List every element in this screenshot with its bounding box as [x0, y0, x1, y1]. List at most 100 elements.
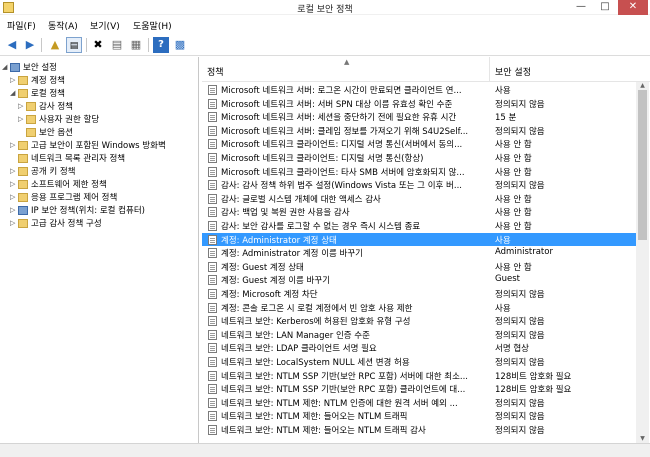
table-row[interactable]: 계정: Guest 계정 상태 사용 안 함	[202, 260, 636, 274]
forward-arrow-icon[interactable]: ▶	[22, 37, 38, 53]
policy-name: 감사: 글로벌 시스템 개체에 대한 액세스 감사	[221, 194, 381, 205]
policy-name: 계정: Guest 계정 이름 바꾸기	[221, 276, 331, 287]
tree-item-software-restriction[interactable]: ▷ 소프트웨어 제한 정책	[10, 178, 107, 191]
delete-icon[interactable]: ✖	[90, 37, 106, 53]
expand-icon[interactable]: ▷	[10, 206, 18, 214]
policy-setting: 128비트 암호화 필요	[495, 371, 572, 382]
table-row[interactable]: Microsoft 네트워크 서버: 로그온 시간이 만료되면 클라이언트 연.…	[202, 83, 636, 97]
tree-item-network-list-manager[interactable]: 네트워크 목록 관리자 정책	[10, 152, 125, 165]
table-row[interactable]: 네트워크 보안: NTLM 제한: 들어오는 NTLM 트래픽 정의되지 않음	[202, 409, 636, 423]
policy-icon	[208, 139, 217, 150]
table-row[interactable]: Microsoft 네트워크 서버: 서버 SPN 대상 이름 유효성 확인 수…	[202, 97, 636, 111]
maximize-button[interactable]: □	[594, 0, 616, 15]
policy-icon	[208, 207, 217, 218]
policy-setting: 정의되지 않음	[495, 330, 545, 341]
tree-item-advanced-audit[interactable]: ▷ 고급 감사 정책 구성	[10, 217, 102, 230]
policy-setting: 사용	[495, 235, 511, 246]
table-row[interactable]: 네트워크 보안: NTLM 제한: NTLM 인증에 대한 원격 서버 예외 .…	[202, 396, 636, 410]
tree-item-audit-policy[interactable]: ▷ 감사 정책	[18, 100, 73, 113]
table-row[interactable]: 계정: Administrator 계정 이름 바꾸기 Administrator	[202, 246, 636, 260]
folder-open-icon	[18, 88, 28, 98]
policy-setting: 정의되지 않음	[495, 358, 545, 368]
up-folder-icon[interactable]: ▲	[47, 37, 63, 53]
table-row[interactable]: 네트워크 보안: Kerberos에 허용된 암호화 유형 구성 정의되지 않음	[202, 314, 636, 328]
policy-icon	[208, 425, 217, 435]
policy-setting: 정의되지 않음	[495, 398, 545, 409]
table-row[interactable]: Microsoft 네트워크 클라이언트: 타사 SMB 서버에 암호화되지 않…	[202, 165, 636, 179]
policy-name: 네트워크 보안: NTLM 제한: 들어오는 NTLM 트래픽	[221, 412, 408, 423]
expand-icon[interactable]: ▷	[10, 76, 18, 84]
table-row[interactable]: 계정: Guest 계정 이름 바꾸기 Guest	[202, 273, 636, 287]
policy-setting: 사용	[495, 303, 511, 314]
expand-icon[interactable]: ▷	[18, 115, 26, 123]
tree-item-local-policy[interactable]: ◢ 로컬 정책	[10, 87, 65, 100]
table-row[interactable]: 네트워크 보안: LocalSystem NULL 세션 변경 허용 정의되지 않…	[202, 355, 636, 369]
collapse-icon[interactable]: ◢	[10, 89, 18, 97]
expand-icon[interactable]: ▷	[10, 193, 18, 201]
policy-setting: 정의되지 않음	[495, 181, 545, 192]
table-row[interactable]: 감사: 감사 정책 하위 범주 설정(Windows Vista 또는 그 이후…	[202, 178, 636, 192]
folder-icon	[18, 218, 28, 228]
export-list-icon[interactable]: ▦	[128, 37, 144, 53]
security-settings-icon	[10, 62, 20, 72]
folder-icon	[18, 75, 28, 85]
tree-item-user-rights[interactable]: ▷ 사용자 권한 할당	[18, 113, 99, 126]
show-tree-icon[interactable]: ▤	[66, 37, 82, 53]
expand-icon[interactable]: ▷	[10, 141, 18, 149]
expand-icon[interactable]: ▷	[10, 180, 18, 188]
scroll-up-icon[interactable]: ▲	[636, 82, 649, 90]
tree-item-ip-security[interactable]: ▷ IP 보안 정책(위치: 로컬 컴퓨터)	[10, 204, 145, 217]
column-header-setting[interactable]: 보안 설정	[495, 65, 531, 78]
properties-icon[interactable]: ▤	[109, 37, 125, 53]
menu-help[interactable]: 도움말(H)	[133, 19, 172, 32]
policy-name: Microsoft 네트워크 클라이언트: 디지털 서명 통신(항상)	[221, 154, 424, 164]
table-row[interactable]: Microsoft 네트워크 서버: 세션을 중단하기 전에 필요한 유휴 시간…	[202, 110, 636, 124]
table-row[interactable]: Microsoft 네트워크 클라이언트: 디지털 서명 통신(항상) 사용 안 …	[202, 151, 636, 165]
tree-item-windows-firewall[interactable]: ▷ 고급 보안이 포함된 Windows 방화벽	[10, 139, 166, 152]
table-row[interactable]: 감사: 글로벌 시스템 개체에 대한 액세스 감사 사용 안 함	[202, 192, 636, 206]
table-row[interactable]: 네트워크 보안: NTLM SSP 기반(보안 RPC 포함) 클라이언트에 대…	[202, 382, 636, 396]
back-arrow-icon[interactable]: ◀	[4, 37, 20, 53]
table-row[interactable]: Microsoft 네트워크 서버: 클레임 정보를 가져오기 위해 S4U2S…	[202, 124, 636, 138]
minimize-button[interactable]: —	[570, 0, 592, 15]
tree-item-security-options[interactable]: 보안 옵션	[18, 126, 73, 139]
policy-name: 네트워크 보안: NTLM SSP 기반(보안 RPC 포함) 서버에 대한 최…	[221, 371, 469, 382]
table-row[interactable]: 네트워크 보안: LDAP 클라이언트 서명 필요 서명 협상	[202, 341, 636, 355]
view-icon[interactable]: ▩	[172, 37, 188, 53]
close-button[interactable]: ✕	[618, 0, 648, 15]
policy-setting: 사용 안 함	[495, 194, 532, 205]
table-row[interactable]: 계정: 콘솔 로그온 시 로컬 계정에서 빈 암호 사용 제한 사용	[202, 301, 636, 315]
expand-icon[interactable]: ▷	[10, 167, 18, 175]
folder-icon	[18, 153, 28, 163]
table-row[interactable]: 네트워크 보안: LAN Manager 인증 수준 정의되지 않음	[202, 328, 636, 342]
menu-view[interactable]: 보기(V)	[90, 19, 120, 32]
table-row[interactable]: Microsoft 네트워크 클라이언트: 디지털 서명 통신(서버에서 동의.…	[202, 137, 636, 151]
policy-setting: 정의되지 않음	[495, 317, 545, 328]
policy-name: Microsoft 네트워크 서버: 로그온 시간이 만료되면 클라이언트 연.…	[221, 86, 462, 96]
tree-item-app-control[interactable]: ▷ 응용 프로그램 제어 정책	[10, 191, 117, 204]
expand-icon[interactable]: ▷	[10, 219, 18, 227]
policy-setting: 서명 협상	[495, 344, 529, 355]
vertical-scrollbar[interactable]: ▲ ▼	[636, 82, 649, 443]
menu-file[interactable]: 파일(F)	[7, 19, 36, 32]
policy-name: 계정: Guest 계정 상태	[221, 262, 304, 273]
table-row[interactable]: 감사: 보안 감사를 로그할 수 없는 경우 즉시 시스템 종료 사용 안 함	[202, 219, 636, 233]
menu-action[interactable]: 동작(A)	[48, 19, 78, 32]
collapse-icon[interactable]: ◢	[2, 63, 10, 71]
table-row[interactable]: 네트워크 보안: NTLM SSP 기반(보안 RPC 포함) 서버에 대한 최…	[202, 369, 636, 383]
tree-item-account-policy[interactable]: ▷ 계정 정책	[10, 74, 65, 87]
column-header-policy[interactable]: 정책	[207, 65, 224, 78]
table-row[interactable]: 계정: Administrator 계정 상태 사용	[202, 232, 636, 247]
scroll-thumb[interactable]	[638, 90, 647, 240]
tree-pane: ◢ 보안 설정 ▷ 계정 정책 ◢ 로컬 정책 ▷ 감사 정책 ▷ 사용자 권한 할당 보…	[0, 57, 199, 443]
help-icon[interactable]: ?	[153, 37, 169, 53]
table-row[interactable]: 네트워크 보안: NTLM 제한: 들어오는 NTLM 트래픽 감사 정의되지 않…	[202, 423, 636, 437]
table-row[interactable]: 계정: Microsoft 계정 차단 정의되지 않음	[202, 287, 636, 301]
table-row[interactable]: 감사: 백업 및 복원 권한 사용을 감사 사용 안 함	[202, 205, 636, 219]
tree-item-public-key-policy[interactable]: ▷ 공개 키 정책	[10, 165, 76, 178]
policy-icon	[208, 166, 217, 177]
folder-icon	[26, 101, 36, 111]
tree-item-security-settings[interactable]: ◢ 보안 설정	[2, 61, 57, 74]
expand-icon[interactable]: ▷	[18, 102, 26, 110]
scroll-down-icon[interactable]: ▼	[636, 435, 649, 443]
